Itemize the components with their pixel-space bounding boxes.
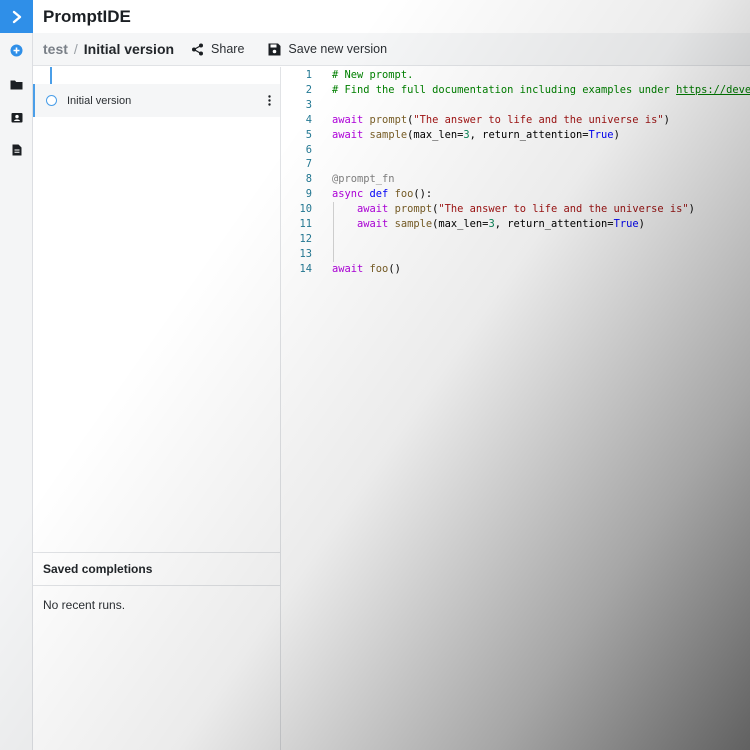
breadcrumb-root[interactable]: test [43,41,68,57]
code-text: async def foo(): [332,188,433,201]
code-text: await foo() [332,262,401,275]
contacts-icon[interactable] [0,106,33,128]
line-number: 11 [299,218,312,230]
document-icon[interactable] [0,139,33,161]
save-new-version-button[interactable]: Save new version [268,42,387,56]
code-line[interactable]: 9 async def foo(): [282,187,750,202]
title-bar: PromptIDE [33,0,750,33]
versions-panel: Initial version Saved completions No rec… [33,67,281,750]
code-text: # Find the full documentation including … [332,83,750,96]
line-number: 10 [299,203,312,216]
app-title: PromptIDE [43,6,131,26]
code-line[interactable]: 13 [282,247,750,262]
code-line[interactable]: 6 [282,143,750,158]
folder-icon[interactable] [0,73,33,95]
icon-rail [0,0,33,750]
code-line[interactable]: 4 await prompt("The answer to life and th… [282,113,750,128]
code-line[interactable]: 5 await sample(max_len=3, return_attentio… [282,128,750,143]
code-line[interactable]: 10 await prompt("The answer to life and … [282,202,750,217]
code-line[interactable]: 11 await sample(max_len=3, return_attent… [282,217,750,232]
code-text: @prompt_fn [332,173,395,186]
code-editor[interactable]: 1 # New prompt. 2 # Find the full documenta… [282,67,750,750]
code-line[interactable]: 3 [282,98,750,113]
save-icon [268,43,281,55]
code-text: await prompt("The answer to life and the… [357,203,695,216]
logo-chevron-icon[interactable] [0,0,33,33]
more-vert-icon[interactable] [264,92,274,108]
code-line[interactable]: 1 # New prompt. [282,68,750,83]
version-dot-icon [46,95,57,106]
line-number: 4 [305,113,312,126]
share-label: Share [211,42,245,56]
code-text: await sample(max_len=3, return_attention… [357,218,645,230]
share-button[interactable]: Share [191,42,244,56]
code-text: # New prompt. [332,69,414,81]
line-number: 5 [305,128,312,141]
code-line[interactable]: 2 # Find the full documentation including… [282,83,750,98]
share-icon [192,43,204,55]
line-number: 8 [305,173,312,186]
breadcrumb-separator: / [73,41,78,57]
code-line[interactable]: 7 [282,157,750,172]
code-line[interactable]: 14 await foo() [282,262,750,277]
line-number: 12 [299,232,312,245]
line-number: 13 [299,247,312,260]
line-number: 1 [305,69,312,81]
saved-completions-empty: No recent runs. [43,598,126,612]
line-number: 9 [305,188,312,201]
version-item[interactable]: Initial version [33,84,280,117]
line-number: 2 [305,83,312,96]
code-line[interactable]: 12 [282,232,750,247]
saved-completions-header: Saved completions [33,552,280,586]
line-number: 3 [305,98,312,111]
version-label: Initial version [67,94,132,107]
breadcrumb-current: Initial version [83,41,175,57]
code-line[interactable]: 8 @prompt_fn [282,172,750,187]
line-number: 7 [305,158,312,171]
line-number: 14 [299,262,312,275]
code-text: await sample(max_len=3, return_attention… [332,128,620,141]
line-number: 6 [305,143,312,156]
save-label: Save new version [288,42,388,56]
document-toolbar: test / Initial version Share Save new ve… [33,33,750,66]
code-text: await prompt("The answer to life and the… [332,113,670,126]
add-circle-icon[interactable] [0,39,33,61]
